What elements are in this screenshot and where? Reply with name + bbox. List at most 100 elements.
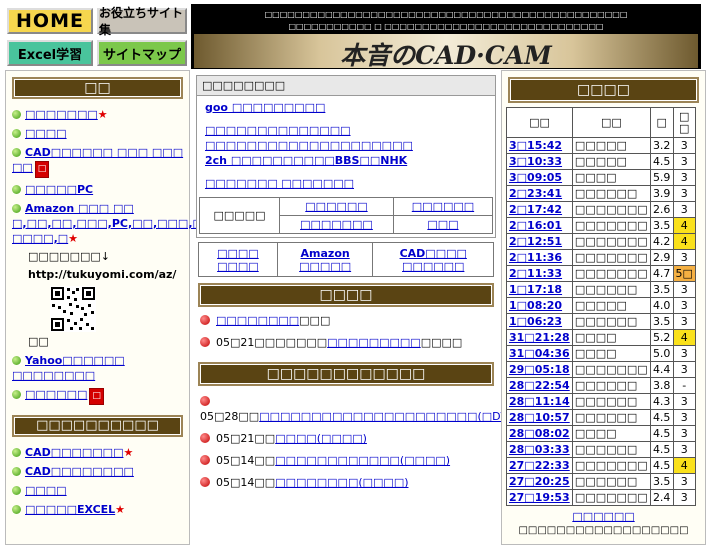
sidebar-item-link[interactable]: □□□□□□□ <box>25 108 98 121</box>
links-table-link[interactable]: □□□ <box>392 215 494 234</box>
ranking-time-link[interactable]: 2□11:33 <box>506 265 573 282</box>
update-link[interactable]: □□□□ <box>275 432 317 445</box>
update-extra[interactable]: (□□□□) <box>317 432 367 445</box>
links-table-link[interactable]: □□□□□□ <box>392 197 494 216</box>
ranking-score: 3.5 <box>649 281 674 298</box>
sidebar-item[interactable]: □□□□□□□★ <box>6 105 189 124</box>
ranking-score: 3.9 <box>649 185 674 202</box>
ranking-time-link[interactable]: 28□11:14 <box>506 393 573 410</box>
sidebar-item-link[interactable]: CAD□□□□□□□ <box>25 446 123 459</box>
bullet-icon <box>12 390 21 399</box>
ranking-time-link[interactable]: 31□04:36 <box>506 345 573 362</box>
updates-title: □□□□□□□□□□□□ <box>198 362 494 386</box>
sidebar-item[interactable]: Yahoo□□□□□□ □□□□□□□□ <box>6 351 189 385</box>
ranking-time-link[interactable]: 3□15:42 <box>506 137 573 154</box>
sidebar-item-link[interactable]: □□□□□PC <box>25 183 93 196</box>
ranking-time-link[interactable]: 29□05:18 <box>506 361 573 378</box>
update-link[interactable]: □□□□□□□□□□□□ <box>275 454 400 467</box>
external-link[interactable]: □□□□□□□□□□□□□□ <box>205 123 487 138</box>
ranking-time-link[interactable]: 31□21:28 <box>506 329 573 346</box>
ranking-time-link[interactable]: 28□10:57 <box>506 409 573 426</box>
sidebar-item[interactable]: □□□□□PC <box>6 180 189 199</box>
update-extra[interactable]: (□□□□) <box>400 454 450 467</box>
left-menu2-title: □□□□□□□□□□ <box>12 415 183 437</box>
sidebar-item[interactable]: □□□□□□ □ <box>6 385 189 407</box>
ranking-time-link[interactable]: 28□03:33 <box>506 441 573 458</box>
star-icon: ★ <box>97 108 108 121</box>
sidebar-item-link[interactable]: Amazon □□□ □□ □,□□,□□,□□□,PC,□□,□□□,□□, … <box>12 202 217 245</box>
quick-link-line1[interactable]: □□□□ <box>202 247 274 260</box>
update-link[interactable]: □□□□□□□□ <box>275 476 358 489</box>
ranking-count: 3 <box>672 313 696 330</box>
ranking-time-link[interactable]: 1□06:23 <box>506 313 573 330</box>
links-table-link[interactable]: □□□□□□□ <box>279 215 394 234</box>
update-date: 05□28□□ <box>200 410 260 423</box>
ranking-name: □□□□□□□ <box>571 489 651 506</box>
ranking-row: 28□11:14 □□□□□□ 4.3 3 <box>506 393 696 410</box>
ranking-row: 1□17:18 □□□□□□ 3.5 3 <box>506 281 696 298</box>
ranking-time-link[interactable]: 28□08:02 <box>506 425 573 442</box>
sitemap-button[interactable]: サイトマップ <box>97 40 187 66</box>
useful-sites-button[interactable]: お役立ちサイト集 <box>97 6 187 37</box>
ranking-count: 3 <box>672 489 696 506</box>
update-link[interactable]: □□□□□□□□□□□□□□□□□□□□□ <box>259 410 477 423</box>
ranking-time-link[interactable]: 3□09:05 <box>506 169 573 186</box>
links-table-link[interactable]: □□□□□□ <box>279 197 394 216</box>
ranking-time-link[interactable]: 2□12:51 <box>506 233 573 250</box>
quick-link-line2[interactable]: □□□□□□ <box>376 260 490 273</box>
site-banner[interactable]: □□□□□□□□□□□□□□□□□□□□□□□□□□□□□□□□□□□□□□□□… <box>191 4 701 70</box>
sidebar-item-link[interactable]: CAD□□□□□□□□ <box>25 465 134 478</box>
sidebar-item-link[interactable]: Yahoo□□□□□□ □□□□□□□□ <box>12 354 125 382</box>
external-link[interactable]: □□□□□□□ □□□□□□□ <box>205 176 487 191</box>
ranking-count: 5□ <box>672 265 696 282</box>
external-link[interactable]: goo □□□□□□□□□ <box>205 100 487 115</box>
excel-learning-button[interactable]: Excel学習 <box>7 40 93 66</box>
news-item: □□□□□□□□□□□ <box>200 313 492 328</box>
home-button[interactable]: HOME <box>7 8 93 34</box>
sidebar-item[interactable]: CAD□□□□□□□□ <box>6 462 189 481</box>
col-header: □□ <box>571 107 651 138</box>
ranking-count: 3 <box>672 297 696 314</box>
sidebar-item[interactable]: CAD□□□□□□ □□□ □□□ □□ □ <box>6 143 189 180</box>
sidebar-item-link[interactable]: □□□□□□ <box>25 388 87 401</box>
sidebar-item[interactable]: □□□□□EXCEL★ <box>6 500 189 519</box>
external-link[interactable]: 2ch □□□□□□□□□□BBS□□NHK <box>205 153 487 168</box>
ranking-row: 1□06:23 □□□□□□ 3.5 3 <box>506 313 696 330</box>
quick-link-line2[interactable]: □□□□ <box>202 260 274 273</box>
sidebar-item[interactable]: CAD□□□□□□□★ <box>6 443 189 462</box>
sidebar-item[interactable]: Amazon □□□ □□ □,□□,□□,□□□,PC,□□,□□□,□□, … <box>6 199 217 248</box>
update-extra[interactable]: (□□□□) <box>358 476 408 489</box>
ranking-time-link[interactable]: 2□23:41 <box>506 185 573 202</box>
banner-logo-bar: 本音のCAD·CAM <box>194 34 698 70</box>
news-link[interactable]: □□□□□□□□ <box>216 314 299 327</box>
quick-link-line1[interactable]: Amazon <box>281 247 370 260</box>
ranking-time-link[interactable]: 27□22:33 <box>506 457 573 474</box>
ranking-time-link[interactable]: 2□16:01 <box>506 217 573 234</box>
quick-link-cell[interactable]: Amazon □□□□□ <box>276 242 374 277</box>
quick-link-line2[interactable]: □□□□□ <box>281 260 370 273</box>
ranking-time-link[interactable]: 2□11:36 <box>506 249 573 266</box>
new-badge: □ <box>34 161 50 178</box>
ranking-more-link[interactable]: □□□□□□ <box>502 510 705 523</box>
quick-link-cell[interactable]: CAD□□□□ □□□□□□ <box>372 242 494 277</box>
ranking-time-link[interactable]: 27□20:25 <box>506 473 573 490</box>
quick-link-cell[interactable]: □□□□ □□□□ <box>198 242 278 277</box>
ranking-time-link[interactable]: 2□17:42 <box>506 201 573 218</box>
sidebar-item[interactable]: □□□□ <box>6 481 189 500</box>
news-link[interactable]: □□□□□□□□□ <box>327 336 421 349</box>
ranking-time-link[interactable]: 1□08:20 <box>506 297 573 314</box>
sidebar-item-link[interactable]: □□□□ <box>25 127 67 140</box>
quick-link-line1[interactable]: CAD□□□□ <box>376 247 490 260</box>
ranking-time-link[interactable]: 3□10:33 <box>506 153 573 170</box>
external-link[interactable]: □□□□□□□□□□□□□□□□□□□□ <box>205 138 487 153</box>
ranking-time-link[interactable]: 27□19:53 <box>506 489 573 506</box>
ranking-time-link[interactable]: 1□17:18 <box>506 281 573 298</box>
sidebar-item[interactable]: □□□□ <box>6 124 189 143</box>
sidebar-item-link[interactable]: □□□□□EXCEL <box>25 503 115 516</box>
ranking-time-link[interactable]: 28□22:54 <box>506 377 573 394</box>
sidebar-item-link[interactable]: □□□□ <box>25 484 67 497</box>
ranking-name: □□□□□□□ <box>571 457 651 474</box>
ranking-score: 5.9 <box>649 169 674 186</box>
ranking-name: □□□□□□□ <box>571 361 651 378</box>
update-date: 05□14□□ <box>216 454 276 467</box>
